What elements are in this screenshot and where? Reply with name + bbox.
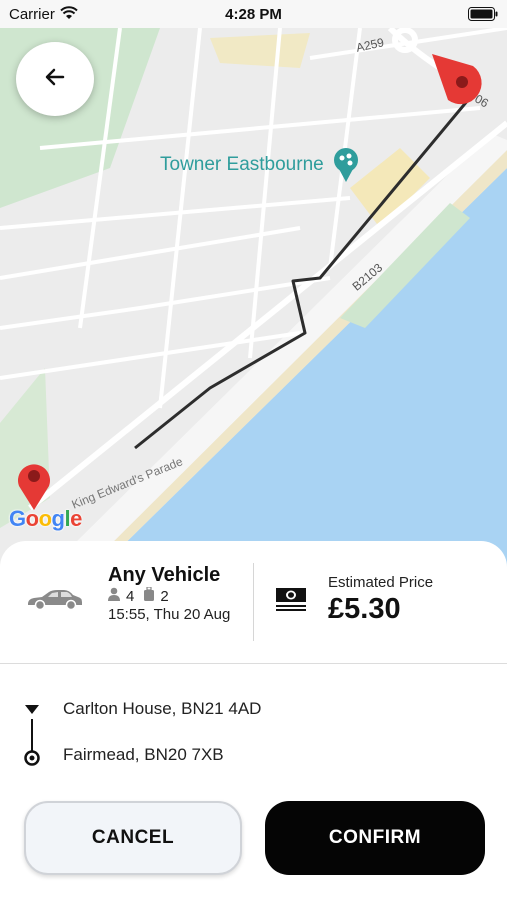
summary-divider bbox=[253, 563, 254, 641]
cash-icon bbox=[276, 588, 306, 617]
luggage-count: 2 bbox=[160, 587, 169, 605]
back-arrow-icon bbox=[43, 65, 67, 94]
booking-sheet: Any Vehicle 4 2 15:55, Thu 20 Aug Estima… bbox=[0, 541, 507, 900]
back-button[interactable] bbox=[16, 42, 94, 116]
ride-summary: Any Vehicle 4 2 15:55, Thu 20 Aug Estima… bbox=[0, 541, 507, 663]
poi-icon bbox=[334, 148, 358, 182]
vehicle-capacity: 4 2 bbox=[108, 586, 179, 605]
route-details: Carlton House, BN21 4AD Fairmead, BN20 7… bbox=[0, 664, 507, 794]
poi-label[interactable]: Towner Eastbourne bbox=[160, 154, 324, 176]
dropoff-address: Fairmead, BN20 7XB bbox=[63, 745, 224, 764]
vehicle-name: Any Vehicle bbox=[108, 564, 221, 586]
luggage-icon bbox=[144, 586, 155, 605]
status-bar: Carrier 4:28 PM bbox=[0, 0, 507, 28]
price-label: Estimated Price bbox=[328, 574, 434, 591]
google-logo: Google bbox=[9, 506, 82, 531]
person-icon bbox=[108, 587, 120, 605]
route-connector bbox=[31, 719, 33, 753]
passenger-count: 4 bbox=[126, 587, 135, 605]
pickup-datetime: 15:55, Thu 20 Aug bbox=[108, 606, 231, 623]
dropoff-icon bbox=[24, 750, 40, 771]
confirm-button[interactable]: CONFIRM bbox=[265, 801, 485, 875]
cancel-button[interactable]: CANCEL bbox=[24, 801, 242, 875]
status-time: 4:28 PM bbox=[225, 6, 282, 23]
pickup-address: Carlton House, BN21 4AD bbox=[63, 699, 262, 718]
car-icon bbox=[26, 589, 84, 616]
price-value: £5.30 bbox=[328, 593, 401, 625]
battery-icon bbox=[468, 7, 498, 26]
destination-marker-icon bbox=[432, 54, 482, 105]
